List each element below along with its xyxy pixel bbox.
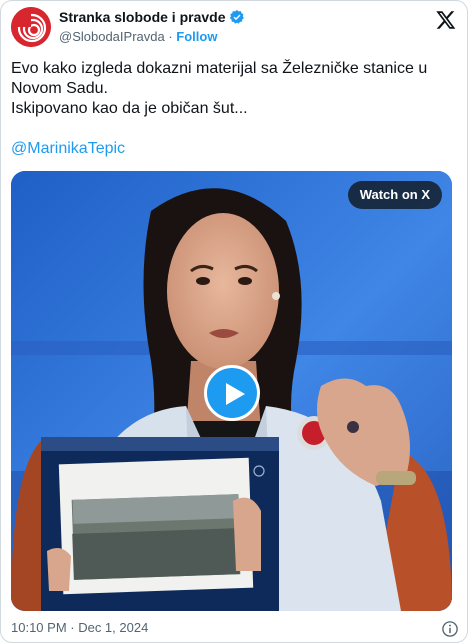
display-name[interactable]: Stranka slobode i pravde <box>59 9 226 25</box>
x-logo-icon[interactable] <box>435 9 457 31</box>
tweet-card: Stranka slobode i pravde @SlobodaIPravda… <box>0 0 468 643</box>
tweet-text: Evo kako izgleda dokazni materijal sa Že… <box>11 59 459 119</box>
party-logo-icon <box>11 7 51 47</box>
account-names: Stranka slobode i pravde @SlobodaIPravda… <box>59 8 245 44</box>
follow-button[interactable]: Follow <box>176 29 217 44</box>
tweet-footer: 10:10 PM · Dec 1, 2024 <box>11 620 459 638</box>
info-icon[interactable] <box>441 620 459 638</box>
mention-link[interactable]: @MarinikaTepic <box>11 140 125 158</box>
account-handle[interactable]: @SlobodaIPravda <box>59 29 165 44</box>
tweet-timestamp[interactable]: 10:10 PM · Dec 1, 2024 <box>11 620 148 635</box>
avatar[interactable] <box>11 7 51 47</box>
watch-on-x-button[interactable]: Watch on X <box>347 181 442 209</box>
play-icon <box>226 383 245 405</box>
verified-badge-icon <box>229 10 244 24</box>
play-button[interactable] <box>204 365 260 421</box>
tweet-text-line: Novom Sadu. <box>11 80 108 97</box>
video-player[interactable]: Watch on X <box>11 171 452 611</box>
handle-separator: · <box>164 29 177 44</box>
tweet-text-line: Iskipovano kao da je običan šut... <box>11 100 248 117</box>
tweet-header: Stranka slobode i pravde @SlobodaIPravda… <box>11 7 459 47</box>
tweet-text-line: Evo kako izgleda dokazni materijal sa Že… <box>11 60 428 77</box>
